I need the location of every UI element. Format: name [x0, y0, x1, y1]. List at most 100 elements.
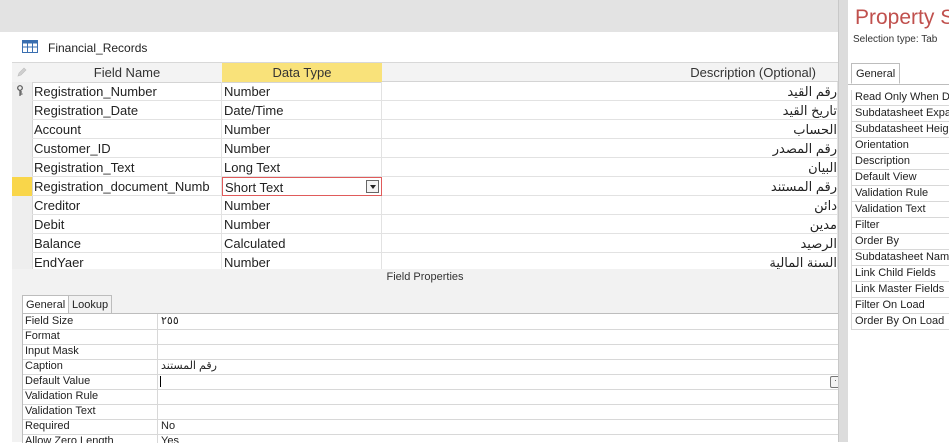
property-label: Validation Text: [25, 405, 96, 417]
required-input[interactable]: No: [157, 419, 837, 434]
data-type-cell[interactable]: Date/Time: [222, 101, 382, 120]
pencil-icon: [17, 67, 27, 77]
description-cell[interactable]: رقم المستند: [382, 177, 838, 196]
property-sheet-title: Property S: [855, 6, 949, 29]
property-item[interactable]: Subdatasheet Nam: [851, 250, 949, 266]
data-type-cell[interactable]: Number: [222, 196, 382, 215]
tab-lookup[interactable]: Lookup: [68, 295, 113, 313]
description-cell[interactable]: رقم القيد: [382, 82, 838, 101]
table-row[interactable]: EndYaer Number السنة المالية: [12, 253, 838, 269]
field-name-cell[interactable]: Creditor: [32, 196, 222, 215]
description-cell[interactable]: الحساب: [382, 120, 838, 139]
property-row[interactable]: Required No: [23, 419, 839, 435]
table-row[interactable]: Creditor Number دائن: [12, 196, 838, 216]
property-row[interactable]: Default Value ·: [23, 374, 839, 390]
property-item[interactable]: Order By On Load: [851, 314, 949, 330]
field-size-input[interactable]: ٢٥٥: [157, 314, 837, 329]
property-row[interactable]: Caption رقم المستند: [23, 359, 839, 375]
row-selector[interactable]: [12, 234, 32, 254]
row-selector[interactable]: [12, 120, 32, 140]
property-sheet-pane: Property S Selection type: Tab General R…: [848, 0, 949, 442]
row-selector[interactable]: [12, 215, 32, 235]
row-selector[interactable]: [12, 82, 32, 102]
header-field-name[interactable]: Field Name: [32, 63, 222, 83]
header-data-type[interactable]: Data Type: [222, 63, 382, 83]
validation-text-input[interactable]: [157, 404, 837, 419]
description-cell[interactable]: مدين: [382, 215, 838, 234]
property-item[interactable]: Description: [851, 154, 949, 170]
field-name-cell[interactable]: Registration_Text: [32, 158, 222, 177]
property-row[interactable]: Format: [23, 329, 839, 345]
data-type-cell[interactable]: Long Text: [222, 158, 382, 177]
description-text: دائن: [814, 198, 837, 213]
table-row[interactable]: Debit Number مدين: [12, 215, 838, 235]
description-cell[interactable]: الرصيد: [382, 234, 838, 253]
field-name-cell[interactable]: Registration_document_Numb: [32, 177, 222, 196]
data-type-cell[interactable]: Number: [222, 139, 382, 158]
description-text: الحساب: [793, 122, 837, 137]
tab-general[interactable]: General: [22, 295, 70, 313]
row-selector[interactable]: [12, 139, 32, 159]
data-type-cell[interactable]: Number: [222, 215, 382, 234]
table-row-selected[interactable]: Registration_document_Numb Short Text رق…: [12, 177, 838, 197]
header-description[interactable]: Description (Optional): [382, 63, 838, 82]
field-name-cell[interactable]: Debit: [32, 215, 222, 234]
property-item[interactable]: Validation Text: [851, 202, 949, 218]
data-type-cell[interactable]: Number: [222, 253, 382, 269]
property-row[interactable]: Input Mask: [23, 344, 839, 360]
property-row[interactable]: Validation Rule: [23, 389, 839, 405]
table-row[interactable]: Balance Calculated الرصيد: [12, 234, 838, 254]
table-row[interactable]: Registration_Text Long Text البيان: [12, 158, 838, 178]
description-cell[interactable]: السنة المالية: [382, 253, 838, 269]
data-type-cell[interactable]: Number: [222, 82, 382, 101]
field-name-cell[interactable]: Registration_Date: [32, 101, 222, 120]
property-label: Input Mask: [25, 345, 79, 357]
table-row[interactable]: Registration_Date Date/Time تاريخ القيد: [12, 101, 838, 121]
row-selector-active[interactable]: [12, 177, 32, 197]
row-selector[interactable]: [12, 101, 32, 121]
property-item[interactable]: Link Master Fields: [851, 282, 949, 298]
description-text: السنة المالية: [769, 255, 837, 269]
row-selector[interactable]: [12, 196, 32, 216]
property-item[interactable]: Read Only When D: [851, 90, 949, 106]
property-item[interactable]: Order By: [851, 234, 949, 250]
description-cell[interactable]: البيان: [382, 158, 838, 177]
field-name-cell[interactable]: Customer_ID: [32, 139, 222, 158]
row-selector[interactable]: [12, 253, 32, 269]
input-mask-input[interactable]: [157, 344, 837, 359]
row-selector[interactable]: [12, 158, 32, 178]
field-name-cell[interactable]: EndYaer: [32, 253, 222, 269]
field-name-cell[interactable]: Balance: [32, 234, 222, 253]
chevron-down-icon[interactable]: [366, 180, 379, 193]
format-input[interactable]: [157, 329, 837, 344]
property-item[interactable]: Subdatasheet Heig: [851, 122, 949, 138]
property-item[interactable]: Subdatasheet Expa: [851, 106, 949, 122]
description-cell[interactable]: رقم المصدر: [382, 139, 838, 158]
caption-input[interactable]: رقم المستند: [157, 359, 837, 374]
property-item[interactable]: Filter: [851, 218, 949, 234]
field-name-cell[interactable]: Account: [32, 120, 222, 139]
description-cell[interactable]: تاريخ القيد: [382, 101, 838, 120]
property-item[interactable]: Validation Rule: [851, 186, 949, 202]
property-row[interactable]: Field Size ٢٥٥: [23, 314, 839, 330]
property-label: Caption: [25, 360, 63, 372]
property-item[interactable]: Filter On Load: [851, 298, 949, 314]
default-value-input[interactable]: [157, 374, 837, 389]
property-row[interactable]: Validation Text: [23, 404, 839, 420]
table-row[interactable]: Account Number الحساب: [12, 120, 838, 140]
property-item[interactable]: Link Child Fields: [851, 266, 949, 282]
data-type-cell[interactable]: Calculated: [222, 234, 382, 253]
tab-general[interactable]: General: [851, 63, 901, 84]
data-type-cell[interactable]: Number: [222, 120, 382, 139]
document-tab[interactable]: Financial_Records: [12, 32, 838, 63]
data-type-dropdown[interactable]: Short Text: [222, 177, 382, 196]
description-cell[interactable]: دائن: [382, 196, 838, 215]
field-name-cell[interactable]: Registration_Number: [32, 82, 222, 101]
property-item[interactable]: Orientation: [851, 138, 949, 154]
validation-rule-input[interactable]: [157, 389, 837, 404]
table-row[interactable]: Customer_ID Number رقم المصدر: [12, 139, 838, 159]
table-row[interactable]: Registration_Number Number رقم القيد: [12, 82, 838, 102]
table-design-grid[interactable]: Field Name Data Type Description (Option…: [12, 63, 838, 269]
property-item[interactable]: Default View: [851, 170, 949, 186]
data-type-value: Short Text: [225, 180, 284, 195]
